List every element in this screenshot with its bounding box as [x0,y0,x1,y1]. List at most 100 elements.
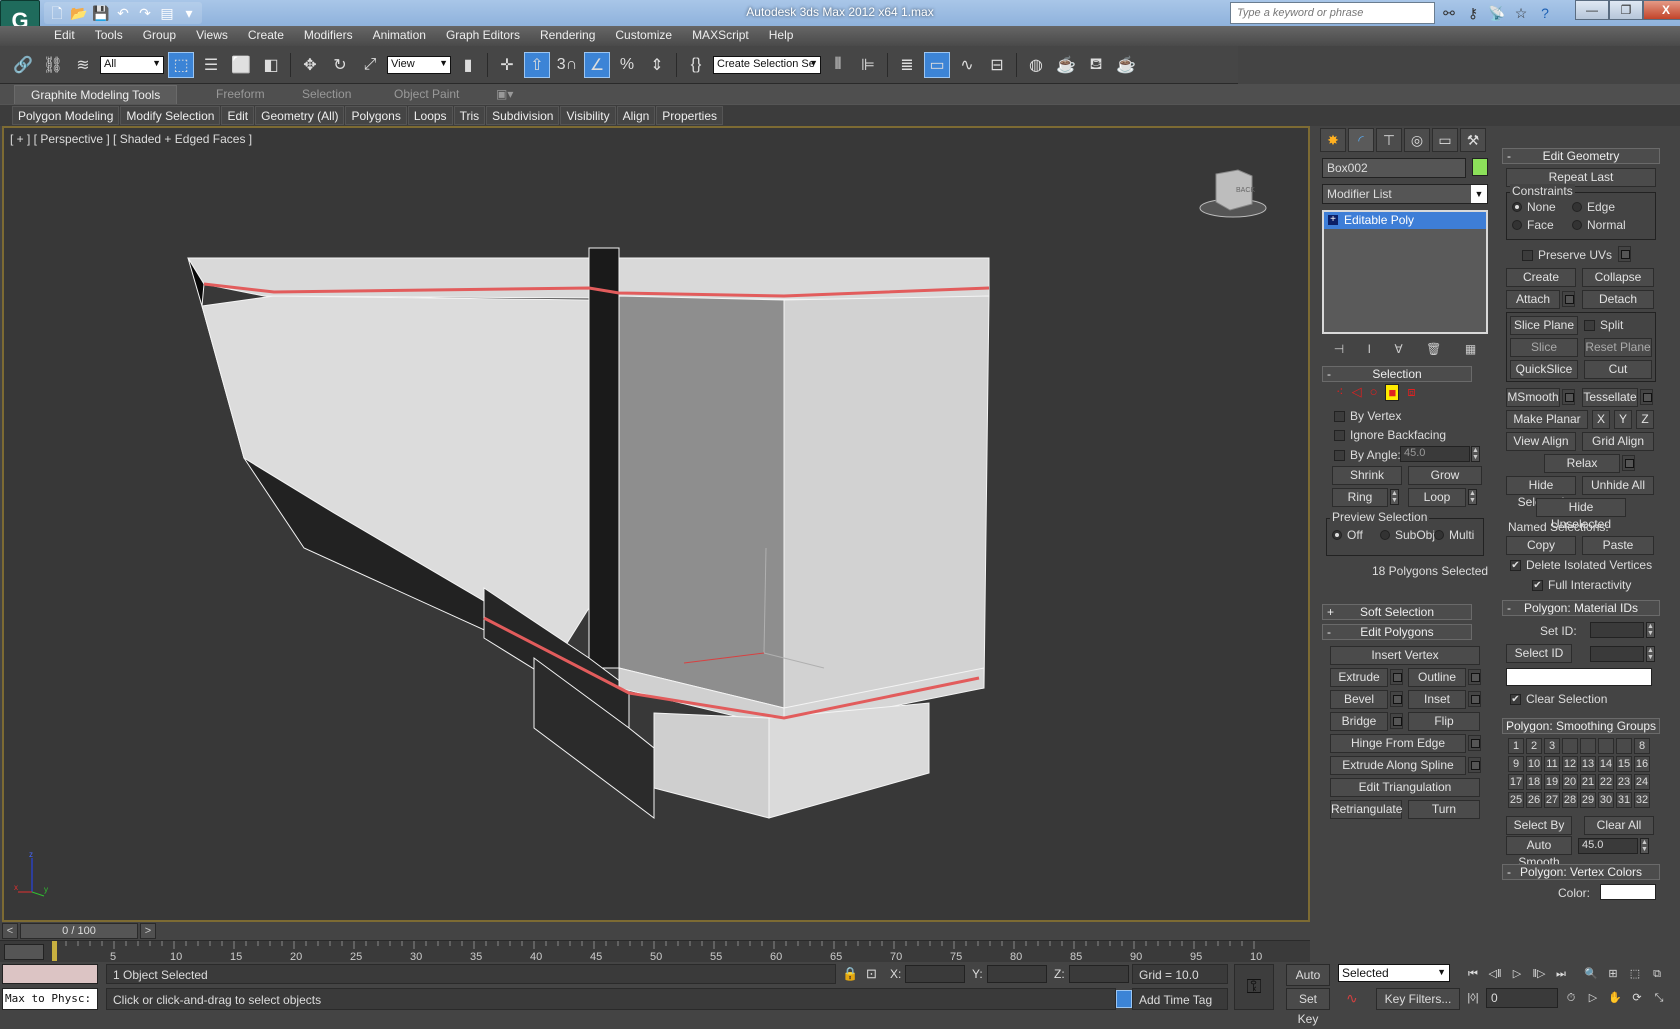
angle-spinner[interactable]: ▲ ▼ [1471,446,1480,462]
preview-off-radio[interactable]: Off [1332,528,1363,542]
default-tangents-icon[interactable]: ∿ [1346,990,1358,1007]
element-level-icon[interactable]: ⧈ [1407,384,1415,401]
stack-item-editable-poly[interactable]: + Editable Poly [1324,212,1486,229]
relax-settings-button[interactable] [1622,455,1635,471]
delete-isolated-vertices-checkbox[interactable]: ✔ Delete Isolated Vertices [1510,558,1652,572]
layer-manager-icon[interactable]: ≣ [894,52,920,78]
outline-button[interactable]: Outline [1408,668,1466,687]
panel-edit[interactable]: Edit [221,106,255,125]
flip-button[interactable]: Flip [1408,712,1480,731]
panel-polygons[interactable]: Polygons [345,106,407,125]
checkbox-box[interactable]: ✔ [1510,693,1521,705]
constraint-none-radio[interactable]: None [1512,200,1556,214]
next-key-icon[interactable]: ‖▷ [1528,964,1550,984]
pan-icon[interactable]: ✋ [1604,988,1626,1008]
make-planar-y-button[interactable]: Y [1614,410,1632,429]
smoothing-groups-rollout-header[interactable]: - Polygon: Smoothing Groups [1502,718,1660,734]
smoothing-group-button[interactable]: 16 [1634,756,1650,772]
inset-button[interactable]: Inset [1408,690,1466,709]
rotate-icon[interactable]: ↻ [327,52,353,78]
x-field[interactable] [905,965,966,983]
bevel-settings-button[interactable] [1390,691,1403,707]
menu-customize[interactable]: Customize [605,26,682,44]
smoothing-group-button[interactable]: 20 [1562,774,1578,790]
menu-graph-editors[interactable]: Graph Editors [436,26,530,44]
menu-tools[interactable]: Tools [85,26,133,44]
object-name-field[interactable]: Box002 [1322,158,1466,178]
rendered-frame-window-icon[interactable]: ⛾ [1083,52,1109,78]
paste-button[interactable]: Paste [1582,536,1654,555]
select-manipulate-icon[interactable]: ✛ [494,52,520,78]
checkbox-box[interactable] [1334,429,1345,441]
collapse-button[interactable]: Collapse [1582,268,1654,287]
maxscript-input[interactable]: Max to Physc: [2,988,98,1010]
material-editor-icon[interactable]: ◍ [1023,52,1049,78]
panel-tris[interactable]: Tris [453,106,486,125]
auto-smooth-spinner[interactable]: ▲ ▼ [1640,838,1649,854]
smoothing-group-button[interactable]: 29 [1580,792,1596,808]
panel-geometry-all[interactable]: Geometry (All) [255,106,345,125]
copy-button[interactable]: Copy [1506,536,1576,555]
constraint-edge-radio[interactable]: Edge [1572,200,1615,214]
menu-create[interactable]: Create [238,26,294,44]
grow-button[interactable]: Grow [1408,466,1482,485]
extrude-settings-button[interactable] [1390,669,1403,685]
smoothing-group-button[interactable]: 2 [1526,738,1542,754]
bind-space-warp-icon[interactable]: ≋ [70,52,96,78]
edit-triangulation-button[interactable]: Edit Triangulation [1330,778,1480,797]
zoom-extents-all-icon[interactable]: ⧉ [1646,964,1668,984]
menu-maxscript[interactable]: MAXScript [682,26,759,44]
project-folder-icon[interactable]: ▤ [158,4,176,22]
tessellate-button[interactable]: Tessellate [1582,388,1638,407]
maxscript-listener-mini[interactable] [2,964,98,984]
view-align-button[interactable]: View Align [1506,432,1576,451]
panel-modify-selection[interactable]: Modify Selection [120,106,221,125]
auto-key-button[interactable]: Auto Key [1286,964,1330,1002]
help-icon[interactable]: ? [1536,4,1554,22]
smoothing-group-button[interactable]: 28 [1562,792,1578,808]
vertex-level-icon[interactable]: ⁖ [1336,384,1344,401]
percent-snap-icon[interactable]: % [614,52,640,78]
menu-animation[interactable]: Animation [363,26,436,44]
checkbox-box[interactable] [1522,249,1533,261]
set-id-spinner[interactable]: ▲ ▼ [1646,622,1655,638]
smoothing-group-button[interactable]: 3 [1544,738,1560,754]
graphite-toggle-icon[interactable]: ▭ [924,51,950,78]
ring-button[interactable]: Ring [1332,488,1388,507]
goto-end-icon[interactable]: ⏭ [1550,964,1572,984]
mirror-icon[interactable]: ⫴ [825,52,851,78]
clear-all-button[interactable]: Clear All [1584,816,1654,835]
curve-editor-icon[interactable]: ∿ [954,52,980,78]
select-by-sg-button[interactable]: Select By SG [1506,816,1572,849]
scale-icon[interactable]: ⤢ [357,52,383,78]
key-icon[interactable]: ⚷ [1464,4,1482,22]
smoothing-group-button[interactable]: 14 [1598,756,1614,772]
open-folder-icon[interactable]: 📂 [70,4,88,22]
smoothing-group-button[interactable]: 30 [1598,792,1614,808]
close-button[interactable]: X [1643,0,1680,20]
smoothing-group-button[interactable] [1562,738,1578,754]
save-icon[interactable]: 💾 [92,4,110,22]
edit-polygons-rollout-header[interactable]: - Edit Polygons [1322,624,1472,640]
smoothing-group-button[interactable] [1598,738,1614,754]
unhide-all-button[interactable]: Unhide All [1582,476,1654,495]
set-id-field[interactable] [1590,622,1644,638]
tab-freeform[interactable]: Freeform [200,85,281,104]
clear-selection-checkbox[interactable]: ✔ Clear Selection [1510,692,1607,706]
slice-button[interactable]: Slice [1510,338,1578,357]
edit-geometry-rollout-header[interactable]: - Edit Geometry [1502,148,1660,164]
smoothing-group-button[interactable]: 23 [1616,774,1632,790]
panel-loops[interactable]: Loops [407,106,453,125]
tessellate-settings-button[interactable] [1640,389,1653,405]
scene-geometry[interactable] [4,128,1308,920]
angle-field[interactable]: 45.0 [1400,446,1470,462]
set-key-button[interactable]: Set Key [1286,988,1330,1026]
extrude-spline-settings-button[interactable] [1468,757,1481,773]
make-planar-z-button[interactable]: Z [1636,410,1654,429]
material-name-dropdown[interactable] [1506,668,1652,686]
orbit-icon[interactable]: ⟳ [1626,988,1648,1008]
smoothing-group-button[interactable]: 13 [1580,756,1596,772]
show-end-result-icon[interactable]: I [1368,342,1371,356]
render-production-icon[interactable]: ☕ [1113,52,1139,78]
reference-coordinate-dropdown[interactable]: View [387,55,451,74]
